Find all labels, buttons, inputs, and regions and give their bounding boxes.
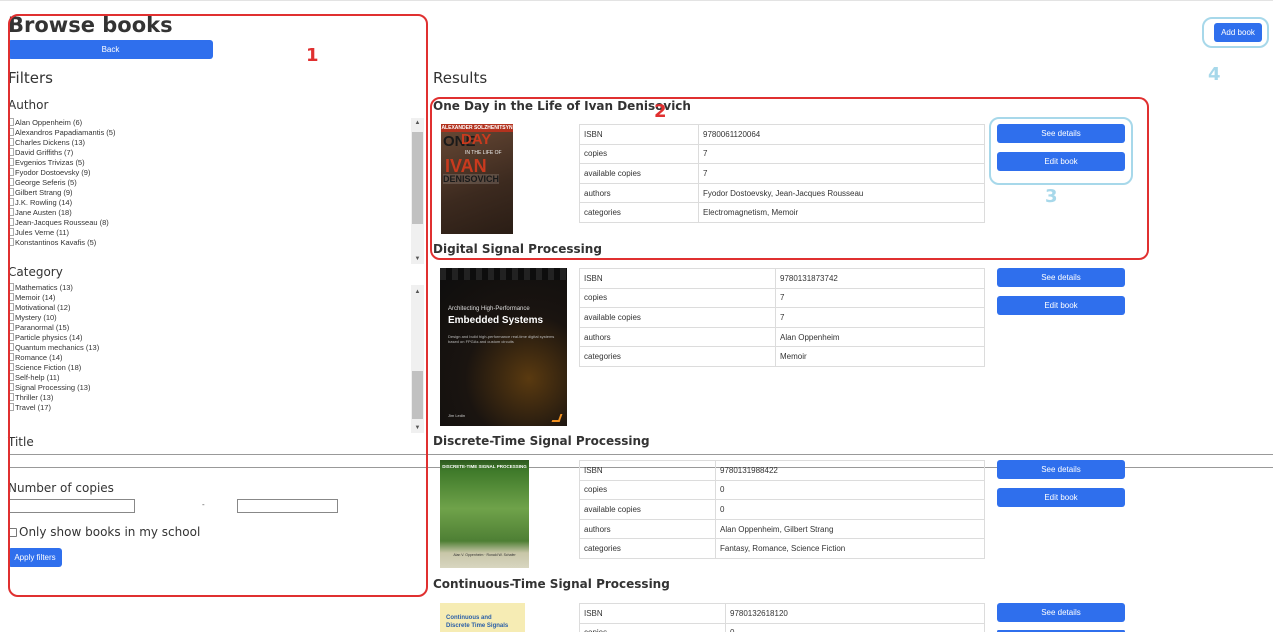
table-row: ISBN 9780131873742 bbox=[579, 268, 985, 289]
book-info-table: ISBN 9780131873742 copies 7 available copi… bbox=[579, 268, 985, 367]
field-label: ISBN bbox=[579, 603, 726, 624]
table-row: copies0 bbox=[579, 622, 985, 632]
table-row: authors Alan Oppenheim bbox=[579, 326, 985, 348]
book-cover-image: DISCRETE-TIME SIGNAL PROCESSING Alan V. … bbox=[440, 460, 529, 568]
annotation-number: 2 bbox=[654, 101, 667, 122]
table-row: authors Alan Oppenheim, Gilbert Strang bbox=[579, 518, 985, 540]
field-value: 0 bbox=[715, 479, 985, 501]
field-value: Alan Oppenheim, Gilbert Strang bbox=[715, 518, 985, 540]
table-row: available copies 7 bbox=[579, 307, 985, 328]
cover-description: Design and build high-performance real-t… bbox=[448, 334, 555, 344]
field-value: 9780131873742 bbox=[775, 268, 985, 289]
table-row: copies 7 bbox=[579, 287, 985, 309]
table-row: available copies 0 bbox=[579, 499, 985, 520]
field-label: authors bbox=[579, 518, 716, 540]
table-row: ISBN 9780131988422 bbox=[579, 460, 985, 481]
cover-title-line1: Continuous and bbox=[446, 615, 492, 621]
annotation-box-filters bbox=[8, 14, 428, 597]
field-value: 0 bbox=[715, 499, 985, 520]
field-value: Alan Oppenheim bbox=[775, 326, 985, 348]
field-value: 9780132618120 bbox=[725, 603, 985, 624]
cover-title-line2: Discrete Time Signals bbox=[446, 623, 509, 629]
book-title: Discrete-Time Signal Processing bbox=[433, 434, 650, 448]
edit-book-button[interactable]: Edit book bbox=[997, 296, 1125, 315]
book-cover-image: Architecting High-Performance Embedded S… bbox=[440, 268, 567, 426]
table-row: categories Memoir bbox=[579, 346, 985, 367]
cover-subtitle: Architecting High-Performance bbox=[448, 306, 530, 312]
field-label: copies bbox=[579, 287, 776, 309]
field-label: available copies bbox=[579, 307, 776, 328]
field-label: copies bbox=[579, 622, 726, 632]
annotation-number: 3 bbox=[1045, 186, 1058, 207]
field-value: 9780131988422 bbox=[715, 460, 985, 481]
annotation-box-add-book bbox=[1202, 17, 1269, 48]
field-value: 7 bbox=[775, 287, 985, 309]
cover-title: Embedded Systems bbox=[448, 315, 544, 326]
results-heading: Results bbox=[433, 69, 488, 87]
annotation-number: 1 bbox=[306, 45, 319, 66]
field-label: ISBN bbox=[579, 460, 716, 481]
field-value: Memoir bbox=[775, 346, 985, 367]
field-value: 0 bbox=[725, 622, 985, 632]
book-cover-image: Continuous and Discrete Time Signals bbox=[440, 603, 525, 632]
cover-author: Jim Ledin bbox=[448, 413, 466, 418]
field-label: copies bbox=[579, 479, 716, 501]
field-label: available copies bbox=[579, 499, 716, 520]
book-info-table: ISBN9780132618120 copies0 bbox=[579, 603, 985, 632]
field-value: 7 bbox=[775, 307, 985, 328]
field-value: Fantasy, Romance, Science Fiction bbox=[715, 538, 985, 559]
edit-book-button[interactable]: Edit book bbox=[997, 488, 1125, 507]
see-details-button[interactable]: See details bbox=[997, 268, 1125, 287]
table-row: ISBN 9780132618120 bbox=[579, 603, 985, 624]
see-details-button[interactable]: See details bbox=[997, 460, 1125, 479]
annotation-number: 4 bbox=[1208, 64, 1221, 85]
cover-author: Alan V. Oppenheim · Ronald W. Schafer bbox=[453, 553, 516, 557]
book-title: Continuous-Time Signal Processing bbox=[433, 577, 670, 591]
table-row: copies0 bbox=[579, 479, 985, 501]
cover-title: DISCRETE-TIME SIGNAL PROCESSING bbox=[442, 464, 527, 469]
field-label: categories bbox=[579, 346, 776, 367]
annotation-box-actions bbox=[989, 117, 1133, 185]
see-details-button[interactable]: See details bbox=[997, 603, 1125, 622]
browse-books-page: Browse books Back Filters Author Alan Op… bbox=[0, 0, 1273, 632]
field-label: authors bbox=[579, 326, 776, 348]
book-info-table: ISBN 9780131988422 copies 0 available copi… bbox=[579, 460, 985, 559]
table-row: categories Fantasy, Romance, Science Fict… bbox=[579, 538, 985, 559]
field-label: categories bbox=[579, 538, 716, 559]
field-label: ISBN bbox=[579, 268, 776, 289]
